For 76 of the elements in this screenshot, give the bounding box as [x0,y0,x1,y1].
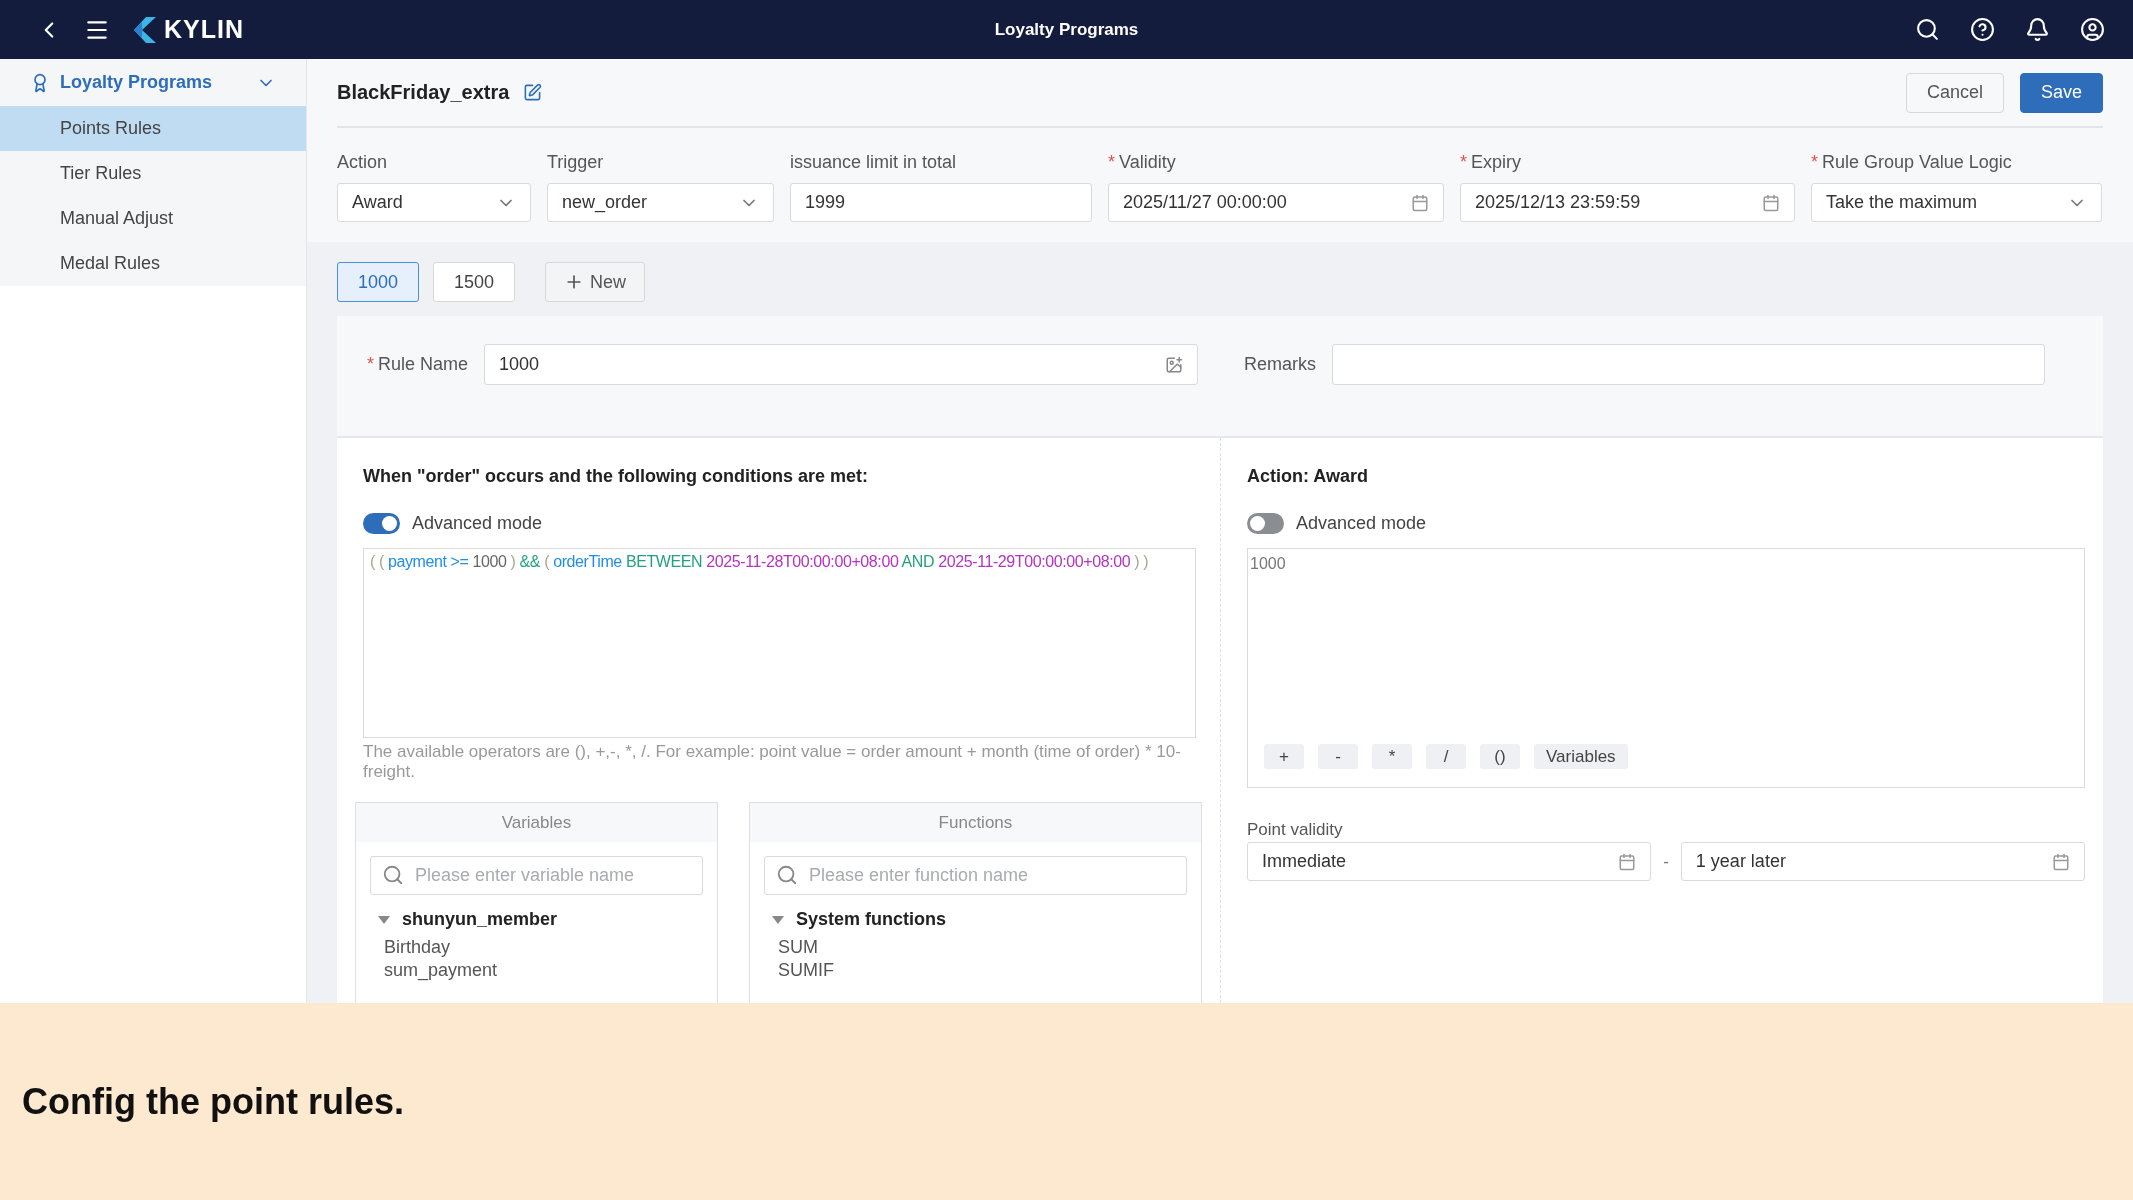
toggle-switch[interactable] [363,513,400,534]
panel-header: Functions [749,803,1201,842]
code-editor[interactable]: ( ( payment >= 1000 ) && ( orderTime BETWEEN 2025-11-28T00:00:00+08:00 AND 2025-11-29T00:00:00+08:00 ) ) [363,548,1196,738]
select-field[interactable]: Take the maximum [1811,183,2102,222]
operator-button[interactable]: / [1426,744,1466,769]
hint-text: The available operators are (), +,-, *, /. For example: point value = order amount + month (time of order) * 10-freight. [363,742,1182,782]
search-field[interactable]: Please enter variable name [370,856,703,895]
tree-group[interactable]: System functions [749,903,1201,936]
help-icon[interactable] [1970,17,1995,42]
cancel-button[interactable]: Cancel [1905,72,2004,113]
section-title: When "order" occurs and the following conditions are met: [363,466,870,487]
date-field[interactable]: 2025/12/13 23:59:59 [1460,183,1795,222]
rule-title: BlackFriday_extra [337,81,510,104]
calendar-icon [1618,852,1637,871]
caret-icon [378,915,390,924]
user-icon[interactable] [2080,17,2105,42]
sidebar-item[interactable]: Manual Adjust [0,196,306,241]
formula-text: 1000 [1250,555,1287,573]
sidebar-group[interactable]: Loyalty Programs [0,59,306,106]
field-label: * Rule Group Value Logic [1811,152,2013,173]
search-icon [775,864,798,886]
tree-item[interactable]: SUMIF [749,959,1201,982]
formula-editor[interactable]: 1000 + - * / () Variables [1247,548,2085,788]
rule-tab[interactable]: 1500 [433,262,516,302]
tree-item[interactable]: Birthday [356,936,717,959]
operator-button[interactable]: * [1372,744,1412,769]
panel-header: Variables [356,803,717,842]
select-field[interactable]: Award [337,183,531,222]
field-label: Action [337,152,389,173]
field-label: Trigger [547,152,605,173]
rule-tab[interactable]: 1000 [337,262,420,302]
logo-icon [132,16,156,43]
field-label: * Expiry [1460,152,1523,173]
operator-button[interactable]: Variables [1534,744,1628,769]
caption-text: Config the point rules. [22,1080,404,1123]
field-label: issuance limit in total [790,152,958,173]
calendar-icon [1411,193,1429,212]
date-field[interactable]: Immediate [1247,842,1652,881]
search-icon [382,864,404,886]
field-label: Remarks [1244,353,1317,376]
tree-item[interactable]: sum_payment [356,959,717,982]
code-line: ( ( payment >= 1000 ) && ( orderTime BETWEEN 2025-11-28T00:00:00+08:00 AND 2025-11-29T00:00:00+08:00 ) ) [370,553,1149,571]
new-button[interactable]: New [545,262,646,302]
section-title: Action: Award [1247,466,1369,487]
sidebar-item[interactable]: Points Rules [0,106,306,151]
remarks-field[interactable] [1332,344,2045,385]
tree-item[interactable]: SUM [749,936,1201,959]
operator-button[interactable]: + [1264,744,1304,769]
toggle-switch[interactable] [1247,513,1284,534]
field-label: * Rule Name [367,353,469,376]
save-button[interactable]: Save [2019,72,2103,113]
range-separator: - [1663,851,1669,872]
calendar-icon [1762,193,1780,212]
bell-icon[interactable] [2025,17,2050,42]
input-field[interactable]: 1999 [790,183,1092,222]
page-title: Loyalty Programs [994,19,1139,40]
caret-icon [771,915,784,924]
sidebar-item[interactable]: Tier Rules [0,151,306,196]
input-field[interactable]: 1000 [484,344,1199,385]
select-field[interactable]: new_order [547,183,774,222]
search-icon[interactable] [1915,17,1940,42]
date-field[interactable]: 2025/11/27 00:00:00 [1108,183,1444,222]
date-field[interactable]: 1 year later [1680,842,2085,881]
calendar-icon [2052,852,2070,871]
field-label: Point validity [1247,820,1344,840]
toggle-label: Advanced mode [412,513,543,534]
edit-icon[interactable] [523,83,543,102]
sidebar-item[interactable]: Medal Rules [0,241,306,286]
brand-name: KYLIN [164,15,244,44]
search-field[interactable]: Please enter function name [763,856,1187,895]
tree-group[interactable]: shunyun_member [356,903,717,936]
field-label: * Validity [1108,152,1177,173]
operator-button[interactable]: - [1318,744,1358,769]
image-add-icon [1165,355,1184,374]
toggle-label: Advanced mode [1296,513,1427,534]
operator-button[interactable]: () [1480,744,1520,769]
